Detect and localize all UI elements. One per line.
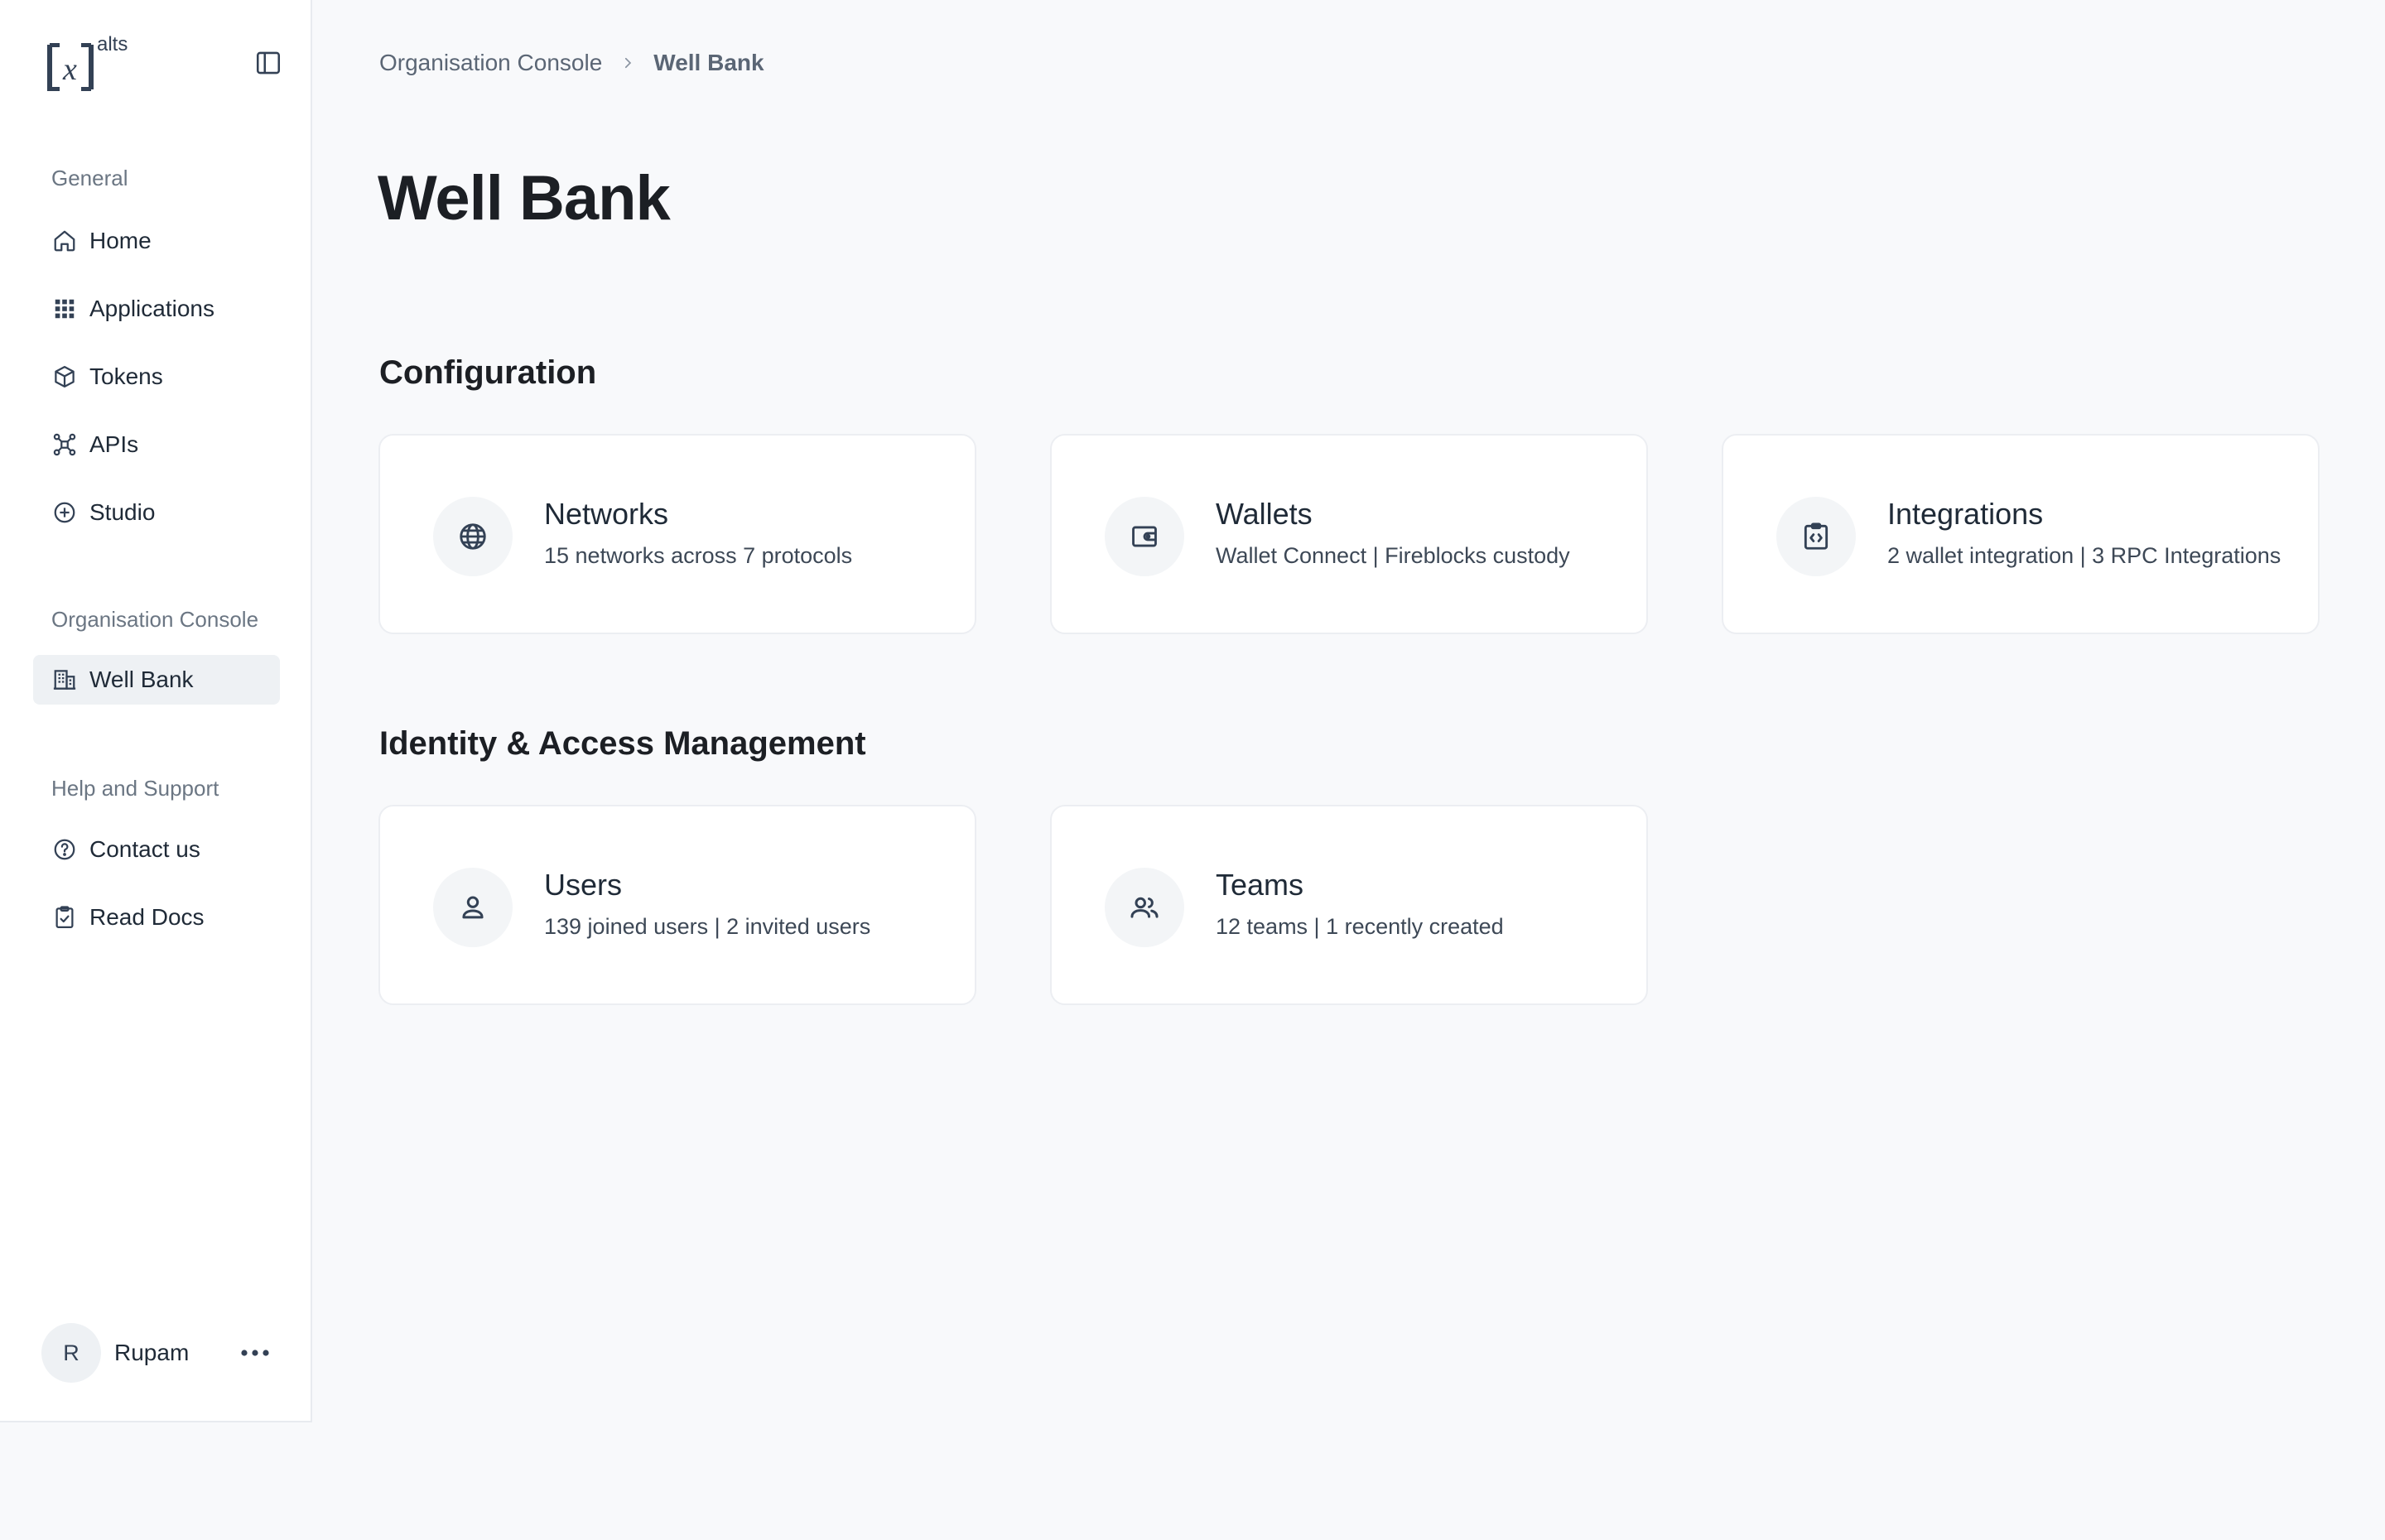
code-file-icon	[1776, 497, 1856, 576]
card-subtitle: 12 teams | 1 recently created	[1216, 914, 1504, 939]
sidebar-item-tokens[interactable]: Tokens	[33, 352, 280, 402]
sidebar-item-label: Home	[89, 228, 152, 253]
user-profile[interactable]: R Rupam	[41, 1323, 282, 1383]
sidebar-item-apis[interactable]: APIs	[33, 420, 280, 469]
integrations-card[interactable]: Integrations 2 wallet integration | 3 RP…	[1722, 434, 2320, 634]
users-card[interactable]: Users 139 joined users | 2 invited users	[378, 805, 976, 1005]
breadcrumb: Organisation Console Well Bank	[379, 50, 764, 76]
clipboard-check-icon	[51, 904, 78, 931]
help-circle-icon	[51, 836, 78, 863]
sidebar-item-studio[interactable]: Studio	[33, 488, 280, 537]
card-title: Users	[544, 868, 623, 902]
avatar: R	[41, 1323, 101, 1383]
logo-symbol: x	[62, 52, 77, 87]
logo-superscript: alts	[97, 33, 128, 55]
card-title: Networks	[544, 497, 669, 531]
sidebar-item-well-bank[interactable]: Well Bank	[33, 655, 280, 705]
configuration-heading: Configuration	[379, 354, 597, 391]
globe-icon	[433, 497, 513, 576]
grid-icon	[51, 296, 78, 322]
sidebar-item-label: Studio	[89, 499, 156, 525]
more-horizontal-icon	[241, 1350, 269, 1356]
card-title: Wallets	[1216, 497, 1313, 531]
teams-card[interactable]: Teams 12 teams | 1 recently created	[1050, 805, 1648, 1005]
breadcrumb-current: Well Bank	[653, 50, 764, 75]
networks-card[interactable]: Networks 15 networks across 7 protocols	[378, 434, 976, 634]
sidebar: x alts General Home Applications Tokens …	[0, 0, 312, 1422]
xalts-logo[interactable]: x alts	[46, 33, 137, 93]
sidebar-item-read-docs[interactable]: Read Docs	[33, 893, 280, 942]
sidebar-item-label: Applications	[89, 296, 214, 321]
card-subtitle: Wallet Connect | Fireblocks custody	[1216, 543, 1570, 568]
wallets-card[interactable]: Wallets Wallet Connect | Fireblocks cust…	[1050, 434, 1648, 634]
logo-bracket-icon: x	[47, 43, 94, 91]
page-title: Well Bank	[378, 163, 671, 233]
network-icon	[51, 431, 78, 458]
card-title: Integrations	[1887, 497, 2044, 531]
section-label-organisation-console: Organisation Console	[51, 607, 259, 632]
iam-heading: Identity & Access Management	[379, 725, 866, 762]
user-icon	[433, 868, 513, 947]
chevron-right-icon	[620, 55, 635, 70]
sidebar-item-contact-us[interactable]: Contact us	[33, 825, 280, 874]
home-icon	[51, 228, 78, 254]
sidebar-item-label: Read Docs	[89, 904, 205, 930]
section-label-help-and-support: Help and Support	[51, 776, 219, 801]
plus-circle-icon	[51, 499, 78, 526]
sidebar-item-label: Tokens	[89, 363, 163, 389]
breadcrumb-organisation-console[interactable]: Organisation Console	[379, 50, 602, 76]
sidebar-item-label: Well Bank	[89, 667, 194, 692]
sidebar-panel-icon	[256, 51, 281, 75]
card-subtitle: 15 networks across 7 protocols	[544, 543, 853, 568]
cube-icon	[51, 363, 78, 390]
user-menu-button[interactable]	[237, 1338, 273, 1368]
card-subtitle: 139 joined users | 2 invited users	[544, 914, 871, 939]
wallet-icon	[1105, 497, 1184, 576]
card-title: Teams	[1216, 868, 1304, 902]
sidebar-toggle-button[interactable]	[253, 48, 283, 78]
sidebar-item-applications[interactable]: Applications	[33, 284, 280, 334]
users-icon	[1105, 868, 1184, 947]
building-icon	[51, 667, 78, 693]
sidebar-item-label: Contact us	[89, 836, 200, 862]
section-label-general: General	[51, 166, 128, 190]
card-subtitle: 2 wallet integration | 3 RPC Integration…	[1887, 543, 2281, 568]
user-name: Rupam	[114, 1340, 190, 1365]
sidebar-item-label: APIs	[89, 431, 139, 457]
sidebar-item-home[interactable]: Home	[33, 216, 280, 266]
